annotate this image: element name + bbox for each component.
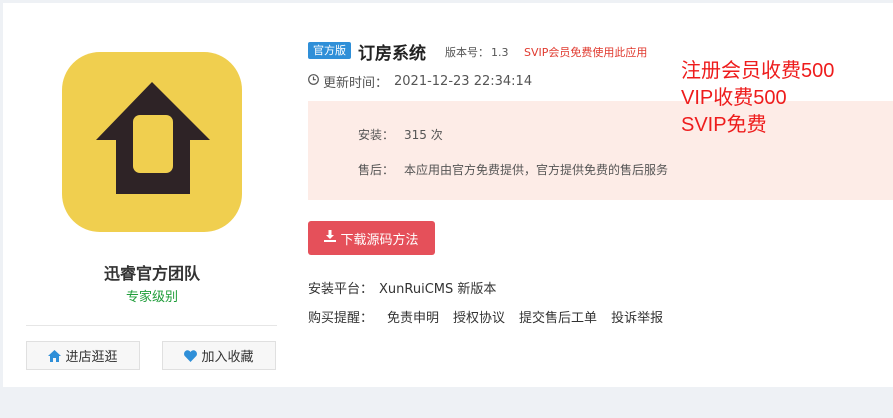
- after-sales-row: 售后： 本应用由官方免费提供，官方提供免费的售后服务: [358, 161, 668, 178]
- download-source-button[interactable]: 下载源码方法: [308, 221, 435, 255]
- after-sales-label: 售后：: [358, 163, 395, 177]
- pricing-note-register: 注册会员收费500: [681, 60, 835, 82]
- update-time: 更新时间： 2021-12-23 22:34:14: [308, 72, 532, 91]
- complaint-link[interactable]: 投诉举报: [611, 307, 663, 326]
- install-label: 安装：: [358, 128, 395, 142]
- official-badge: 官方版: [308, 42, 351, 59]
- shop-button[interactable]: 进店逛逛: [26, 341, 140, 370]
- divider: [26, 325, 277, 326]
- favorite-button[interactable]: 加入收藏: [162, 341, 276, 370]
- house-logo-icon: [96, 82, 210, 194]
- home-icon: [48, 349, 62, 362]
- install-value: 315 次: [404, 128, 443, 142]
- after-sales-value: 本应用由官方免费提供，官方提供免费的售后服务: [404, 163, 669, 177]
- author-name[interactable]: 迅睿官方团队: [23, 260, 281, 284]
- update-label: 更新时间：: [323, 76, 389, 91]
- support-ticket-link[interactable]: 提交售后工单: [519, 307, 597, 326]
- author-level: 专家级别: [125, 290, 178, 305]
- pricing-annotation: 注册会员收费500 VIP收费500 SVIP免费: [681, 58, 834, 139]
- purchase-remind: 购买提醒： 免责申明 授权协议 提交售后工单 投诉举报: [308, 307, 663, 326]
- platform-value: XunRuiCMS 新版本: [379, 282, 497, 297]
- pricing-note-vip: VIP收费500: [681, 87, 787, 109]
- remind-label: 购买提醒：: [308, 311, 374, 326]
- shop-button-label: 进店逛逛: [65, 350, 118, 365]
- svip-note: SVIP会员免费使用此应用: [524, 46, 648, 59]
- version-label: 版本号：: [445, 46, 489, 59]
- install-count-row: 安装： 315 次: [358, 126, 443, 143]
- disclaimer-link[interactable]: 免责申明: [387, 307, 439, 326]
- download-icon: [324, 230, 337, 246]
- favorite-button-label: 加入收藏: [201, 350, 254, 365]
- license-agreement-link[interactable]: 授权协议: [453, 307, 505, 326]
- update-value: 2021-12-23 22:34:14: [394, 74, 533, 89]
- version-info: 版本号： 1.3: [445, 44, 509, 60]
- install-platform: 安装平台： XunRuiCMS 新版本: [308, 278, 496, 297]
- app-title: 订房系统: [358, 44, 426, 64]
- app-detail-card: 迅睿官方团队 专家级别 进店逛逛 加入收藏 官方版 订房系统 版本号： 1.3 S…: [3, 3, 893, 387]
- heart-icon: [184, 349, 198, 362]
- clock-icon: [308, 74, 319, 89]
- pricing-note-svip: SVIP免费: [681, 114, 767, 136]
- version-value: 1.3: [491, 46, 509, 59]
- app-logo: [62, 52, 242, 232]
- download-button-label: 下载源码方法: [340, 232, 419, 248]
- platform-label: 安装平台：: [308, 282, 374, 297]
